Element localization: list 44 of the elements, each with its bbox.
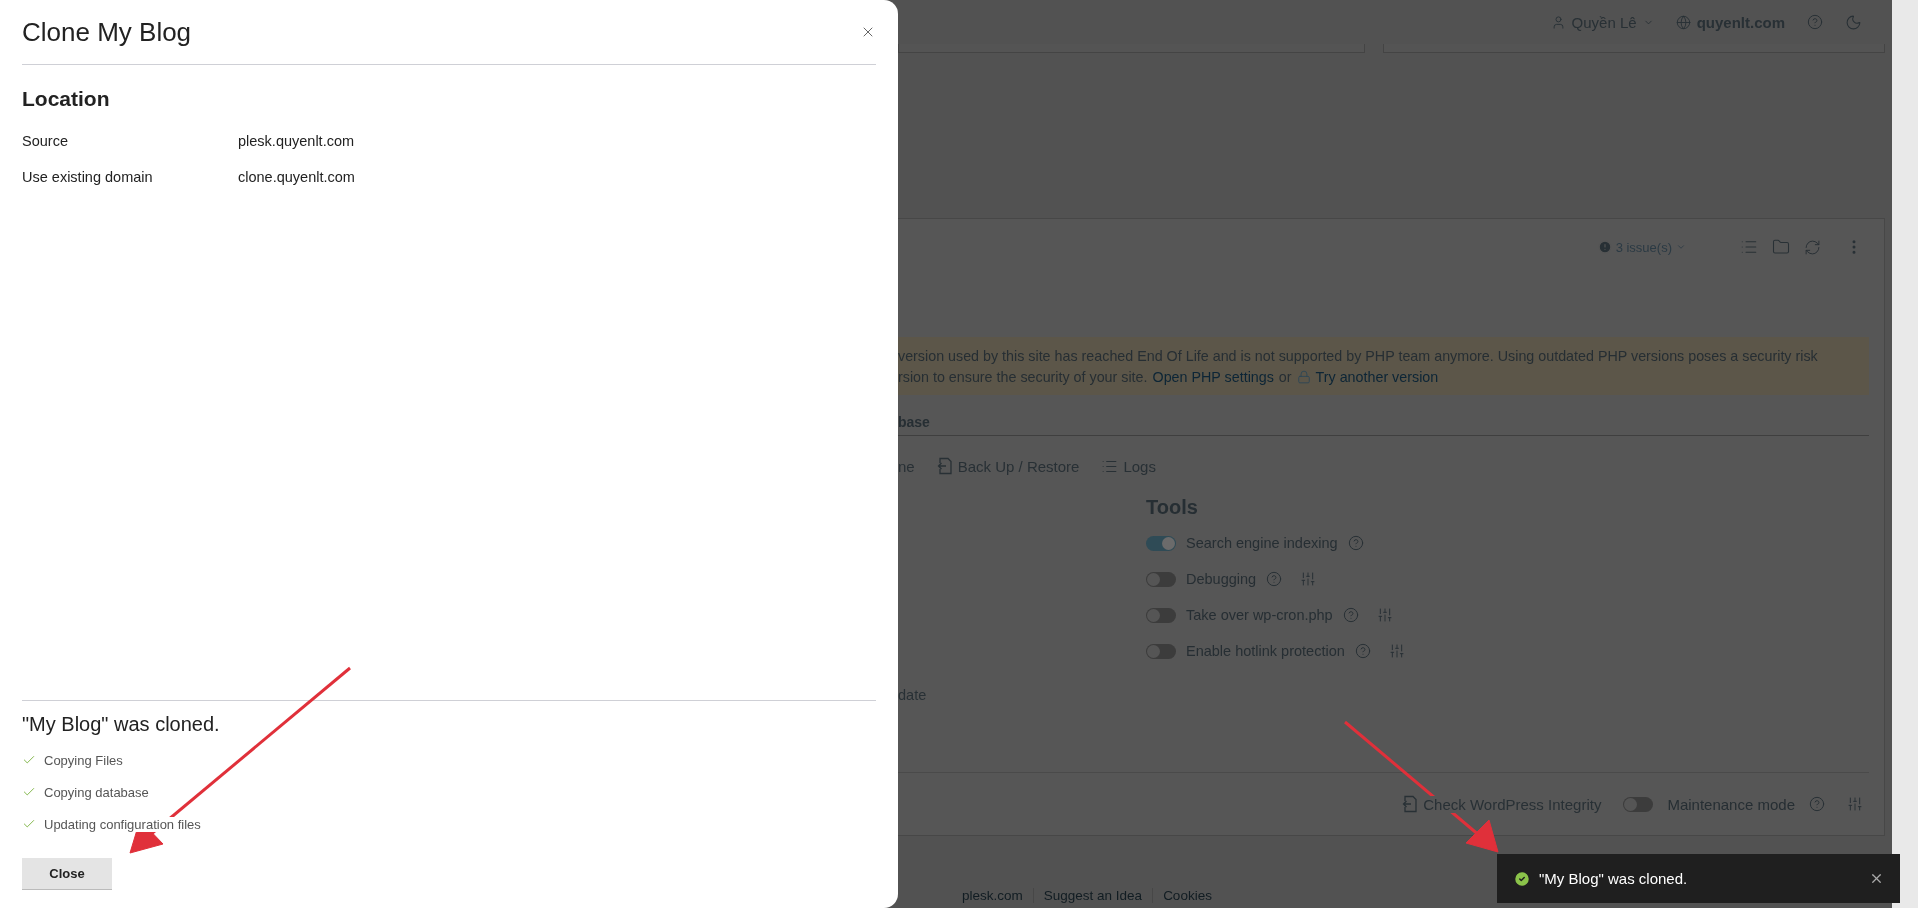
- close-icon[interactable]: [1869, 871, 1884, 886]
- toast-message: "My Blog" was cloned.: [1539, 870, 1688, 887]
- help-icon[interactable]: [1354, 643, 1371, 659]
- settings-icon[interactable]: [1388, 643, 1405, 659]
- section-heading: Location: [22, 87, 111, 111]
- settings-icon[interactable]: [1847, 796, 1863, 812]
- file-arrow-icon: [1402, 795, 1419, 813]
- settings-icon[interactable]: [1376, 607, 1393, 623]
- chevron-down-icon: [1676, 242, 1686, 252]
- help-icon[interactable]: [1347, 535, 1364, 551]
- close-button[interactable]: Close: [22, 858, 112, 890]
- dialog-title: Clone My Blog: [22, 16, 192, 48]
- help-icon[interactable]: [1809, 796, 1825, 812]
- lock-icon: [1296, 369, 1311, 384]
- toggle-switch[interactable]: [1146, 535, 1176, 551]
- settings-icon[interactable]: [1300, 571, 1317, 587]
- footer-link[interactable]: Suggest an Idea: [1032, 887, 1153, 903]
- footer-link[interactable]: plesk.com: [952, 887, 1033, 903]
- result-title: "My Blog" was cloned.: [22, 713, 221, 736]
- field-value: clone.quyenlt.com: [238, 169, 356, 185]
- toggle-switch[interactable]: [1623, 796, 1654, 812]
- help-icon[interactable]: [1342, 607, 1359, 623]
- alert-icon: [1597, 240, 1612, 254]
- help-icon[interactable]: [1807, 14, 1823, 30]
- success-icon: [1513, 869, 1531, 888]
- folder-icon[interactable]: [1772, 238, 1790, 256]
- toggle-switch[interactable]: [1146, 607, 1176, 623]
- toggle-switch[interactable]: [1146, 571, 1176, 587]
- field-label: Source: [22, 133, 69, 149]
- moon-icon[interactable]: [1845, 13, 1862, 31]
- backup-icon: [936, 457, 953, 475]
- refresh-icon[interactable]: [1804, 238, 1821, 256]
- globe-icon: [1675, 14, 1691, 30]
- field-value: plesk.quyenlt.com: [238, 133, 356, 149]
- help-icon[interactable]: [1266, 571, 1283, 587]
- toggle-switch[interactable]: [1146, 643, 1176, 659]
- input-field[interactable]: [898, 44, 1365, 53]
- step-label: Updating configuration files: [44, 816, 201, 832]
- php-settings-link[interactable]: Open PHP settings: [1152, 368, 1274, 385]
- user-icon: [1550, 14, 1566, 30]
- field-label: Use existing domain: [22, 169, 154, 185]
- list-icon[interactable]: [1740, 238, 1758, 256]
- footer-link[interactable]: Cookies: [1152, 887, 1222, 903]
- php-version-link[interactable]: Try another version: [1315, 368, 1439, 385]
